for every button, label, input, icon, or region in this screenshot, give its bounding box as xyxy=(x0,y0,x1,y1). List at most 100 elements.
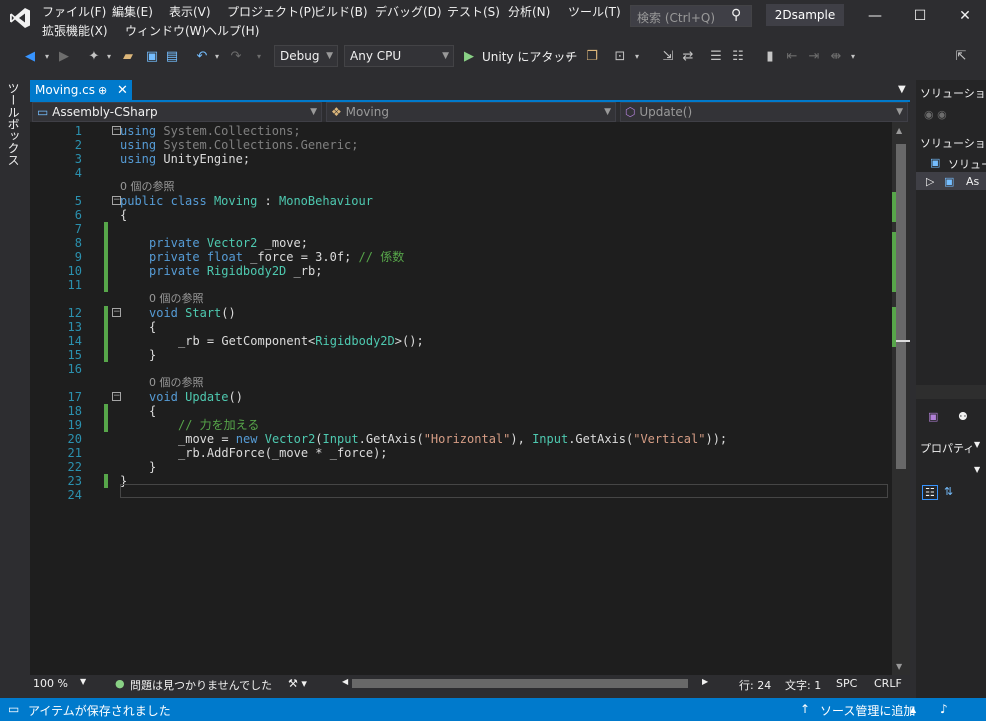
code-line[interactable]: 19 // 力を加える xyxy=(30,418,892,432)
code-line[interactable]: 4 xyxy=(30,166,892,180)
toolbar-overflow-icon[interactable]: ▾ xyxy=(848,47,858,67)
code-line[interactable]: 21 _rb.AddForce(_move * _force); xyxy=(30,446,892,460)
menu-tools[interactable]: ツール(T) xyxy=(568,4,621,20)
close-icon[interactable]: ✕ xyxy=(950,4,980,28)
object-select-dropdown-icon[interactable]: ▼ xyxy=(974,465,980,474)
step-over-icon[interactable]: ⇄ xyxy=(680,47,696,67)
menu-project[interactable]: プロジェクト(P) xyxy=(227,4,316,20)
redo-dropdown-icon[interactable]: ▾ xyxy=(254,47,264,67)
maximize-icon[interactable]: ☐ xyxy=(905,4,935,28)
menu-view[interactable]: 表示(V) xyxy=(169,4,211,20)
forward-icon[interactable]: ▶ xyxy=(56,47,72,67)
tab-moving-cs[interactable]: Moving.cs ⊕ ✕ xyxy=(30,80,132,101)
team-explorer-tab-icon[interactable]: ⚉ xyxy=(958,410,968,423)
menu-test[interactable]: テスト(S) xyxy=(447,4,500,20)
search-icon[interactable]: ⚲ xyxy=(731,7,741,23)
open-folder-icon[interactable]: ▰ xyxy=(120,47,136,67)
next-bookmark-icon[interactable]: ⇥ xyxy=(806,47,822,67)
save-all-icon[interactable]: ▤ xyxy=(164,47,180,67)
toolbox-tab[interactable]: ツールボックス xyxy=(5,82,22,166)
collapse-icon[interactable]: − xyxy=(112,308,121,317)
menu-window[interactable]: ウィンドウ(W) xyxy=(125,23,206,39)
prev-bookmark-icon[interactable]: ⇤ xyxy=(784,47,800,67)
alphabetical-icon[interactable]: ⇅ xyxy=(944,485,953,498)
scroll-up-icon[interactable]: ▲ xyxy=(896,126,902,135)
code-line[interactable]: 22} xyxy=(30,460,892,474)
scroll-right-icon[interactable]: ▶ xyxy=(702,677,708,686)
class-select[interactable]: ❖ Moving ▼ xyxy=(326,102,616,122)
code-editor[interactable]: 1− using System.Collections; 2 using System… xyxy=(30,122,892,675)
reference-count-hint[interactable]: 0 個の参照 xyxy=(30,292,892,306)
code-line[interactable]: 6{ xyxy=(30,208,892,222)
new-item-icon[interactable]: ✦ xyxy=(86,47,102,67)
code-line[interactable]: 15} xyxy=(30,348,892,362)
vertical-scrollbar[interactable]: ▲ ▼ xyxy=(892,122,910,675)
issues-status[interactable]: 問題は見つかりませんでした xyxy=(130,677,272,693)
new-item-dropdown-icon[interactable]: ▾ xyxy=(104,47,114,67)
panel-hscrollbar[interactable] xyxy=(916,385,986,399)
scrollbar-thumb[interactable] xyxy=(896,144,906,469)
solution-explorer-tab-icon[interactable]: ▣ xyxy=(928,410,938,423)
code-line[interactable]: 2 using System.Collections.Generic; xyxy=(30,138,892,152)
bookmark-icon[interactable]: ▮ xyxy=(762,47,778,67)
browser-dropdown-icon[interactable]: ▾ xyxy=(632,47,642,67)
menu-edit[interactable]: 編集(E) xyxy=(112,4,153,20)
collapse-icon[interactable]: − xyxy=(112,392,121,401)
expand-icon[interactable]: ▷ xyxy=(926,175,934,188)
back-icon[interactable]: ◀ xyxy=(22,47,38,67)
menu-help[interactable]: ヘルプ(H) xyxy=(205,23,259,39)
step-into-icon[interactable]: ⇲ xyxy=(660,47,676,67)
code-line[interactable]: 8 private Vector2 _move; xyxy=(30,236,892,250)
code-line[interactable]: 17 − void Update() xyxy=(30,390,892,404)
close-tab-icon[interactable]: ✕ xyxy=(117,80,128,101)
solution-explorer-search[interactable]: ソリューション xyxy=(920,135,984,151)
zoom-level[interactable]: 100 % xyxy=(33,677,68,690)
back-dropdown-icon[interactable]: ▾ xyxy=(42,47,52,67)
solution-config-select[interactable]: Debug ▼ xyxy=(274,45,338,67)
back-icon[interactable]: ◉ ◉ xyxy=(924,108,947,121)
clear-bookmarks-icon[interactable]: ⇼ xyxy=(828,47,844,67)
menu-build[interactable]: ビルド(B) xyxy=(314,4,368,20)
undo-dropdown-icon[interactable]: ▾ xyxy=(212,47,222,67)
search-input[interactable]: 検索 (Ctrl+Q) ⚲ xyxy=(630,5,752,27)
source-control-button[interactable]: ソース管理に追加 xyxy=(820,702,915,719)
cleanup-icon[interactable]: ⚒ ▾ xyxy=(288,677,307,690)
platform-select[interactable]: Any CPU ▼ xyxy=(344,45,454,67)
chevron-up-icon[interactable]: ▲ xyxy=(910,705,916,714)
code-line[interactable]: 18 { xyxy=(30,404,892,418)
scroll-down-icon[interactable]: ▼ xyxy=(896,662,902,671)
menu-extensions[interactable]: 拡張機能(X) xyxy=(42,23,108,39)
menu-file[interactable]: ファイル(F) xyxy=(42,4,106,20)
redo-icon[interactable]: ↷ xyxy=(228,47,244,67)
menu-analyze[interactable]: 分析(N) xyxy=(508,4,550,20)
code-line[interactable]: 14 _rb = GetComponent<Rigidbody2D>(); xyxy=(30,334,892,348)
code-line[interactable]: 1− using System.Collections; xyxy=(30,124,892,138)
code-line[interactable]: 16 xyxy=(30,362,892,376)
code-line[interactable]: 9 private float _force = 3.0f; // 係数 xyxy=(30,250,892,264)
notification-bell-icon[interactable]: ♪ xyxy=(940,702,948,716)
uncomment-icon[interactable]: ☷ xyxy=(730,47,746,67)
code-line[interactable]: 3 using UnityEngine; xyxy=(30,152,892,166)
code-line[interactable]: 7 xyxy=(30,222,892,236)
categorized-icon[interactable]: ☷ xyxy=(922,485,938,500)
reference-count-hint[interactable]: 0 個の参照 xyxy=(30,180,892,194)
tab-list-dropdown-icon[interactable]: ▼ xyxy=(898,84,906,95)
minimize-icon[interactable]: — xyxy=(860,4,890,28)
open-file-icon[interactable]: ❐ xyxy=(584,47,600,67)
solution-tree-item[interactable]: ソリュー xyxy=(948,156,986,172)
browser-icon[interactable]: ⊡ xyxy=(612,47,628,67)
code-line[interactable]: 20 _move = new Vector2(Input.GetAxis("Hor… xyxy=(30,432,892,446)
properties-dropdown-icon[interactable]: ▼ xyxy=(974,440,980,449)
code-line[interactable]: 5− public class Moving : MonoBehaviour xyxy=(30,194,892,208)
zoom-dropdown-icon[interactable]: ▼ xyxy=(80,677,86,686)
undo-icon[interactable]: ↶ xyxy=(194,47,210,67)
comment-icon[interactable]: ☰ xyxy=(708,47,724,67)
code-line[interactable]: 13 { xyxy=(30,320,892,334)
menu-debug[interactable]: デバッグ(D) xyxy=(375,4,442,20)
save-icon[interactable]: ▣ xyxy=(144,47,160,67)
code-line[interactable]: 10 private Rigidbody2D _rb; xyxy=(30,264,892,278)
horizontal-scrollbar-thumb[interactable] xyxy=(352,679,688,688)
code-line[interactable]: 12 − void Start() xyxy=(30,306,892,320)
start-debug-icon[interactable]: ▶ xyxy=(462,47,476,67)
member-select[interactable]: ⬡ Update() ▼ xyxy=(620,102,908,122)
